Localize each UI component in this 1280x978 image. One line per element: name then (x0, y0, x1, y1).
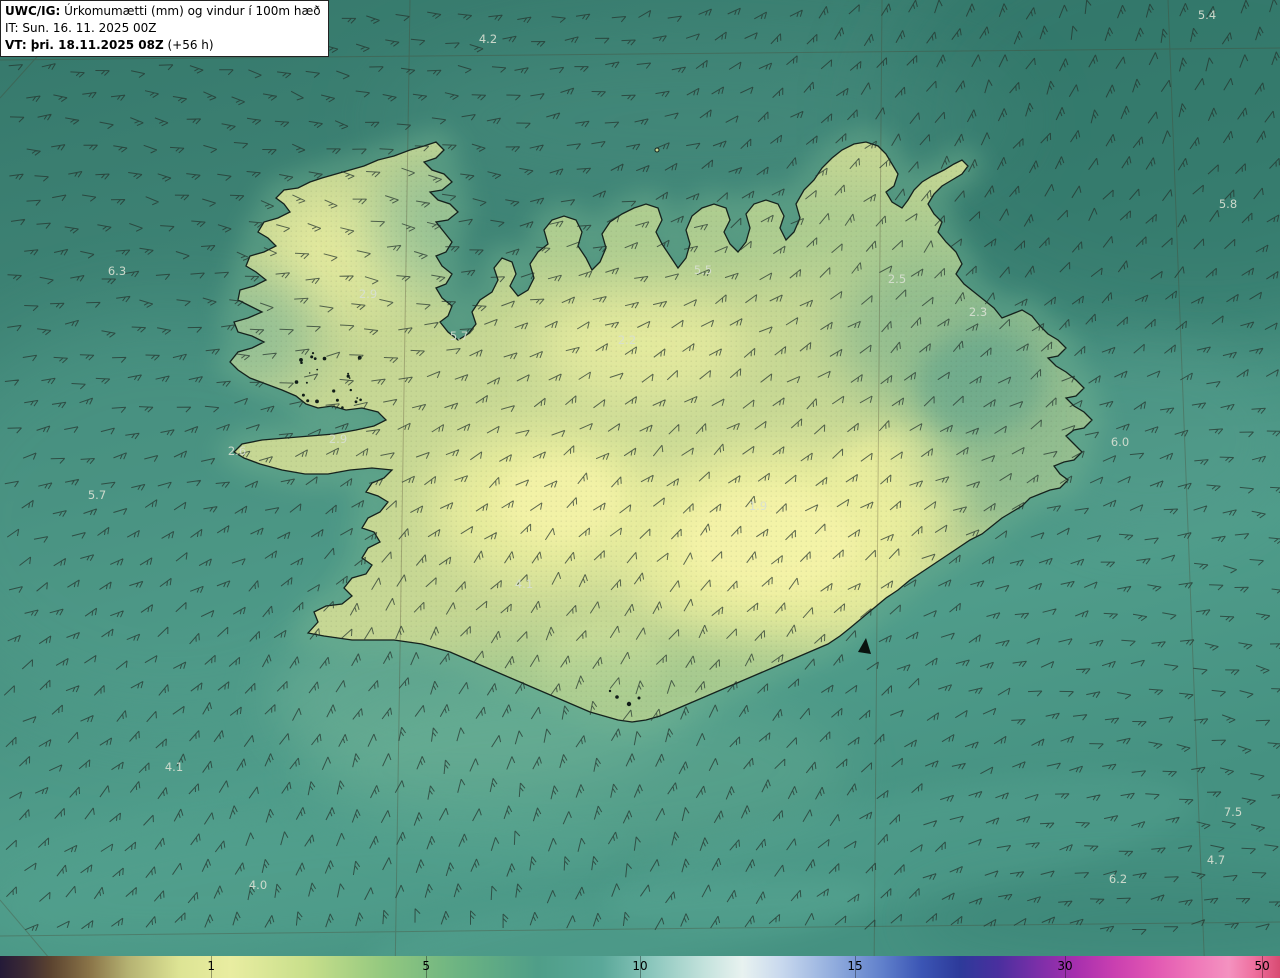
valid-time: VT: þri. 18.11.2025 08Z (5, 37, 164, 52)
contour-label: 4.7 (1207, 853, 1225, 867)
init-time: IT: Sun. 16. 11. 2025 00Z (5, 20, 157, 35)
colorbar-tick-label: 15 (847, 959, 863, 973)
product-description: Úrkomumætti (mm) og vindur í 100m hæð (60, 4, 321, 18)
colorbar-tick-label: 1 (207, 959, 216, 973)
contour-label: 4.1 (515, 577, 533, 591)
contour-label: 4.0 (249, 878, 267, 892)
contour-label: 4.1 (165, 760, 183, 774)
title-line-3: VT: þri. 18.11.2025 08Z (+56 h) (5, 37, 321, 54)
title-line-1: UWC/IG: Úrkomumætti (mm) og vindur í 100… (5, 3, 321, 20)
contour-label: 5.7 (450, 329, 468, 343)
contour-label: 2.5 (888, 272, 906, 286)
contour-label: 4.2 (479, 32, 497, 46)
colorbar-tick-label: 10 (632, 959, 648, 973)
colorbar-tick-label: 30 (1057, 959, 1073, 973)
contour-label: 2.9 (359, 287, 377, 301)
colorbar-tick-label: 50 (1254, 959, 1270, 973)
contour-label: 5.4 (1198, 8, 1216, 22)
title-line-2: IT: Sun. 16. 11. 2025 00Z (5, 20, 321, 37)
title-box: UWC/IG: Úrkomumætti (mm) og vindur í 100… (0, 0, 329, 58)
product-id: UWC/IG: (5, 4, 61, 18)
contour-label: 6.0 (1111, 435, 1129, 449)
contour-label: 6.3 (108, 264, 126, 278)
contour-label: 5.7 (88, 488, 106, 502)
contour-label: 7.5 (1224, 805, 1242, 819)
colorbar-tick-label: 5 (422, 959, 431, 973)
contour-label: 5.8 (1219, 197, 1237, 211)
contour-label: 2.9 (329, 432, 347, 446)
weather-map: 4.2 5.4 5.8 6.3 2.9 5.5 2.5 2.3 5.7 2.2 2.9 2.6 6.0 5… (0, 0, 1280, 978)
contour-label: 1.9 (749, 499, 767, 513)
contour-label: 2.3 (969, 305, 987, 319)
contour-label: 2.6 (228, 444, 246, 458)
contour-label: 5.5 (694, 263, 712, 277)
contour-label: 2.2 (618, 333, 636, 347)
forecast-offset: (+56 h) (163, 37, 214, 52)
contour-label: 6.2 (1109, 872, 1127, 886)
precipitation-colorbar: 1 5 10 15 30 50 (0, 956, 1280, 978)
